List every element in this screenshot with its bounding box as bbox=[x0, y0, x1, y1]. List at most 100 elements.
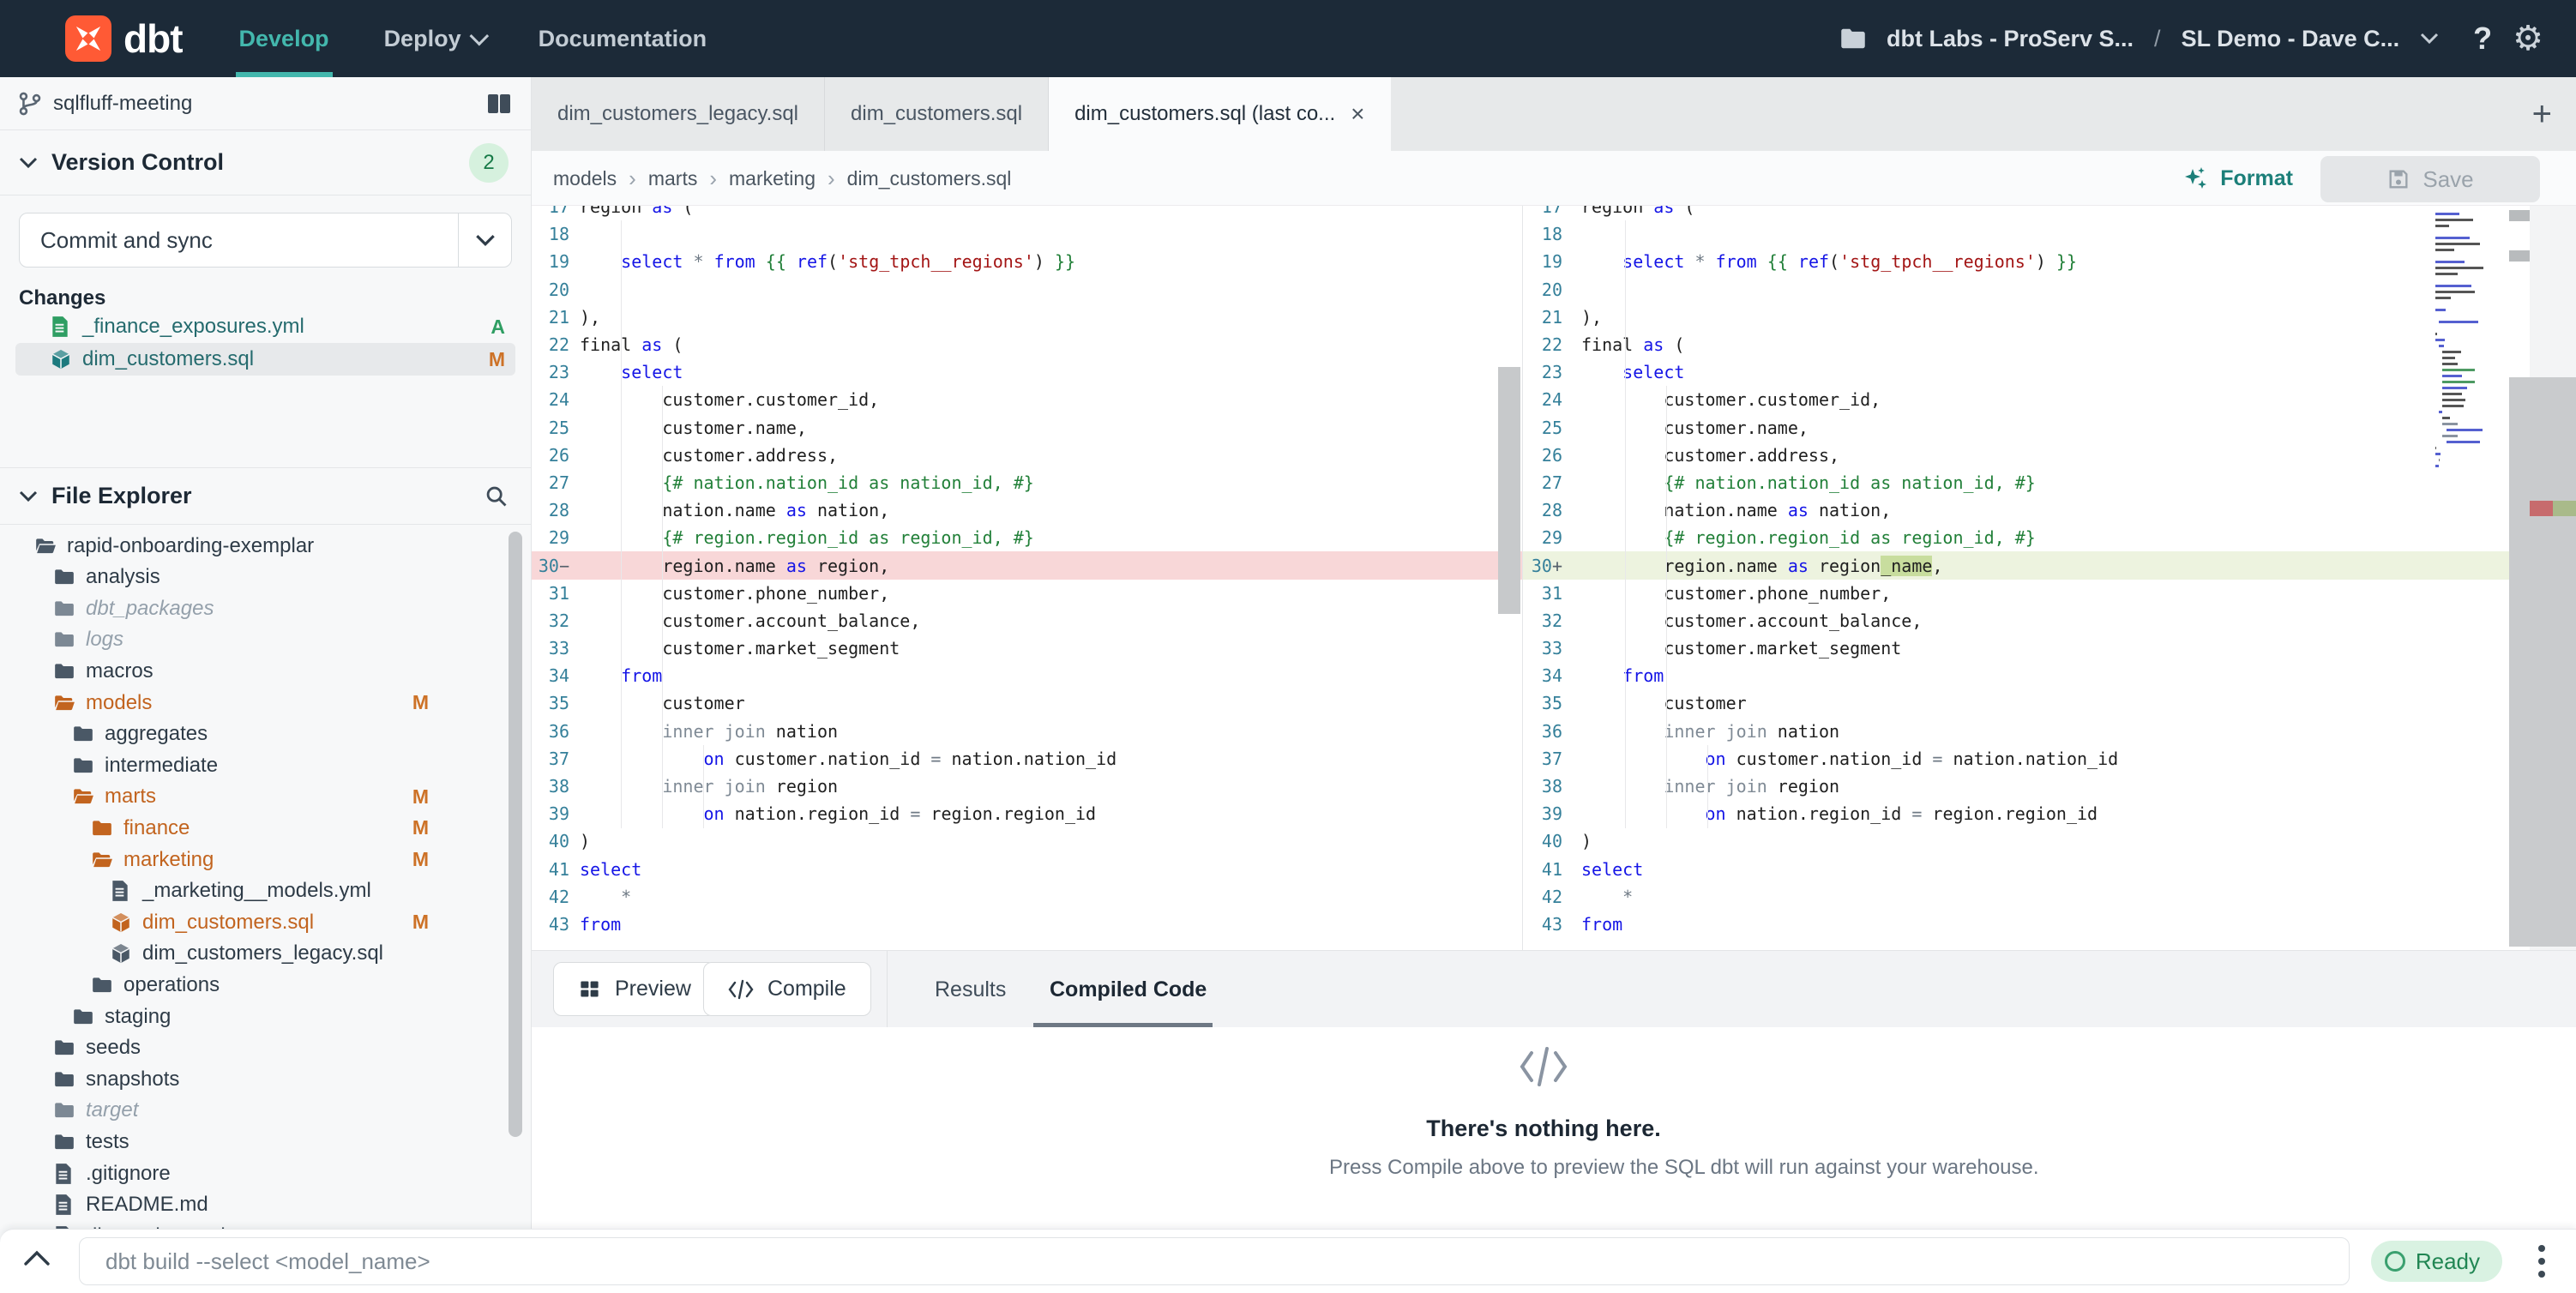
code-line-25: 25 customer.name, bbox=[1523, 414, 2576, 442]
account-breadcrumb[interactable]: dbt Labs - ProServ S... bbox=[1887, 26, 2134, 52]
format-button[interactable]: Format bbox=[2182, 151, 2293, 206]
breadcrumb-item-models[interactable]: models bbox=[553, 167, 617, 190]
code-icon bbox=[728, 979, 754, 1000]
modified-badge: M bbox=[412, 785, 429, 809]
tree-item-finance[interactable]: financeM bbox=[0, 812, 492, 844]
change-file-name: _finance_exposures.yml bbox=[82, 315, 304, 339]
tree-item-analysis[interactable]: analysis bbox=[0, 562, 492, 593]
diff-overview-ruler[interactable] bbox=[2530, 206, 2576, 950]
tree-item-staging[interactable]: staging bbox=[0, 1001, 492, 1032]
diff-pane-modified[interactable]: 17region as (1819 select * from {{ ref('… bbox=[1523, 206, 2576, 950]
minimap[interactable] bbox=[2435, 213, 2509, 496]
left-pane-scrollbar[interactable] bbox=[1498, 367, 1520, 614]
version-control-header[interactable]: Version Control 2 bbox=[0, 130, 531, 195]
breadcrumb-item-marts[interactable]: marts bbox=[648, 167, 698, 190]
kebab-menu-icon[interactable] bbox=[2538, 1240, 2547, 1283]
save-button[interactable]: Save bbox=[2320, 156, 2540, 202]
tree-item-tests[interactable]: tests bbox=[0, 1126, 492, 1158]
tab-results[interactable]: Results bbox=[935, 951, 1006, 1028]
branch-name: sqlfluff-meeting bbox=[53, 92, 192, 116]
code-line-17: 17region as ( bbox=[532, 206, 1522, 220]
tree-item-label: _marketing__models.yml bbox=[142, 879, 371, 903]
tree-item-dbt_packages[interactable]: dbt_packages bbox=[0, 592, 492, 624]
tree-item-operations[interactable]: operations bbox=[0, 969, 492, 1001]
search-icon[interactable] bbox=[485, 484, 509, 508]
diff-pane-original[interactable]: 17region as (1819 select * from {{ ref('… bbox=[532, 206, 1522, 950]
right-pane-scrollbar[interactable] bbox=[2509, 206, 2530, 950]
tree-item-intermediate[interactable]: intermediate bbox=[0, 749, 492, 781]
git-status-badge: M bbox=[489, 348, 505, 371]
code-line-18: 18 bbox=[532, 220, 1522, 248]
code-line-24: 24 customer.customer_id, bbox=[532, 386, 1522, 413]
tree-item-label: logs bbox=[86, 628, 123, 652]
tree-item-target[interactable]: target bbox=[0, 1095, 492, 1127]
project-breadcrumb[interactable]: SL Demo - Dave C... bbox=[2182, 26, 2400, 52]
code-line-27: 27 {# nation.nation_id as nation_id, #} bbox=[1523, 469, 2576, 496]
tree-item-models[interactable]: modelsM bbox=[0, 687, 492, 719]
save-floppy-icon bbox=[2386, 167, 2410, 191]
folder-icon bbox=[91, 817, 113, 839]
line-number: 22 bbox=[1523, 334, 1562, 355]
tree-item-logs[interactable]: logs bbox=[0, 624, 492, 656]
new-tab-button[interactable]: + bbox=[2532, 77, 2552, 151]
menu-develop[interactable]: Develop bbox=[239, 0, 329, 77]
command-input[interactable] bbox=[79, 1237, 2350, 1285]
git-branch-icon bbox=[19, 92, 41, 116]
code-line-18: 18 bbox=[1523, 220, 2576, 248]
tree-item-_marketing__models.yml[interactable]: _marketing__models.yml bbox=[0, 875, 492, 907]
chevron-down-icon[interactable] bbox=[2420, 33, 2439, 45]
docs-book-icon[interactable] bbox=[486, 93, 512, 115]
tree-item-marts[interactable]: martsM bbox=[0, 781, 492, 813]
folder-icon bbox=[53, 1037, 75, 1059]
line-number: 36 bbox=[1523, 721, 1562, 742]
file-tree-scrollbar[interactable] bbox=[509, 532, 522, 1137]
line-number: 32 bbox=[1523, 610, 1562, 631]
tree-item-seeds[interactable]: seeds bbox=[0, 1032, 492, 1064]
code-line-34: 34 from bbox=[1523, 662, 2576, 689]
line-number: 31 bbox=[1523, 583, 1562, 604]
code-line-21: 21), bbox=[1523, 304, 2576, 331]
toolbar-separator bbox=[887, 951, 888, 1028]
dbt-logo-icon[interactable] bbox=[65, 15, 111, 62]
code-line-43: 43from bbox=[1523, 911, 2576, 938]
tree-item-README.md[interactable]: README.md bbox=[0, 1189, 492, 1221]
tab-compiled-code[interactable]: Compiled Code bbox=[1050, 951, 1207, 1028]
code-line-35: 35 customer bbox=[532, 689, 1522, 717]
code-line-40: 40) bbox=[1523, 827, 2576, 855]
editor-tab-dim_customers_legacy.sql[interactable]: dim_customers_legacy.sql bbox=[532, 77, 825, 151]
menu-documentation[interactable]: Documentation bbox=[539, 0, 707, 77]
compile-button[interactable]: Compile bbox=[703, 962, 871, 1016]
settings-gear-icon[interactable]: ⚙ bbox=[2513, 21, 2543, 56]
change-item-_finance_exposures.yml[interactable]: _finance_exposures.ymlA bbox=[15, 310, 515, 343]
indent-guide bbox=[1707, 745, 1708, 828]
help-button[interactable]: ? bbox=[2473, 21, 2492, 57]
file-explorer-header[interactable]: File Explorer bbox=[0, 467, 531, 525]
tree-item-dim_customers.sql[interactable]: dim_customers.sqlM bbox=[0, 906, 492, 938]
breadcrumb-item-marketing[interactable]: marketing bbox=[729, 167, 816, 190]
code-line-33: 33 customer.market_segment bbox=[532, 634, 1522, 662]
tree-item-.gitignore[interactable]: .gitignore bbox=[0, 1158, 492, 1189]
menu-deploy[interactable]: Deploy bbox=[384, 0, 484, 77]
code-line-35: 35 customer bbox=[1523, 689, 2576, 717]
tree-item-aggregates[interactable]: aggregates bbox=[0, 719, 492, 750]
tree-item-snapshots[interactable]: snapshots bbox=[0, 1063, 492, 1095]
chevron-up-icon[interactable] bbox=[22, 1248, 51, 1269]
tree-item-rapid-onboarding-exemplar[interactable]: rapid-onboarding-exemplar bbox=[0, 530, 492, 562]
line-number: 19 bbox=[1523, 251, 1562, 272]
tree-item-dim_customers_legacy.sql[interactable]: dim_customers_legacy.sql bbox=[0, 938, 492, 970]
line-number: 41 bbox=[1523, 859, 1562, 880]
editor-tab-dim_customers.sql-last-co...[interactable]: dim_customers.sql (last co...× bbox=[1049, 77, 1390, 151]
scrollbar-thumb[interactable] bbox=[2509, 377, 2530, 947]
git-branch-row[interactable]: sqlfluff-meeting bbox=[0, 77, 531, 130]
editor-tab-dim_customers.sql[interactable]: dim_customers.sql bbox=[825, 77, 1049, 151]
folder-icon bbox=[53, 628, 75, 651]
tree-item-marketing[interactable]: marketingM bbox=[0, 844, 492, 875]
change-item-dim_customers.sql[interactable]: dim_customers.sqlM bbox=[15, 343, 515, 376]
tree-item-macros[interactable]: macros bbox=[0, 655, 492, 687]
commit-and-sync-button[interactable]: Commit and sync bbox=[19, 213, 512, 268]
preview-button[interactable]: Preview bbox=[553, 962, 716, 1016]
close-tab-icon[interactable]: × bbox=[1351, 100, 1364, 128]
modified-badge: M bbox=[412, 816, 429, 839]
commit-dropdown-button[interactable] bbox=[458, 213, 511, 267]
breadcrumb-item-dim_customers.sql[interactable]: dim_customers.sql bbox=[847, 167, 1012, 190]
